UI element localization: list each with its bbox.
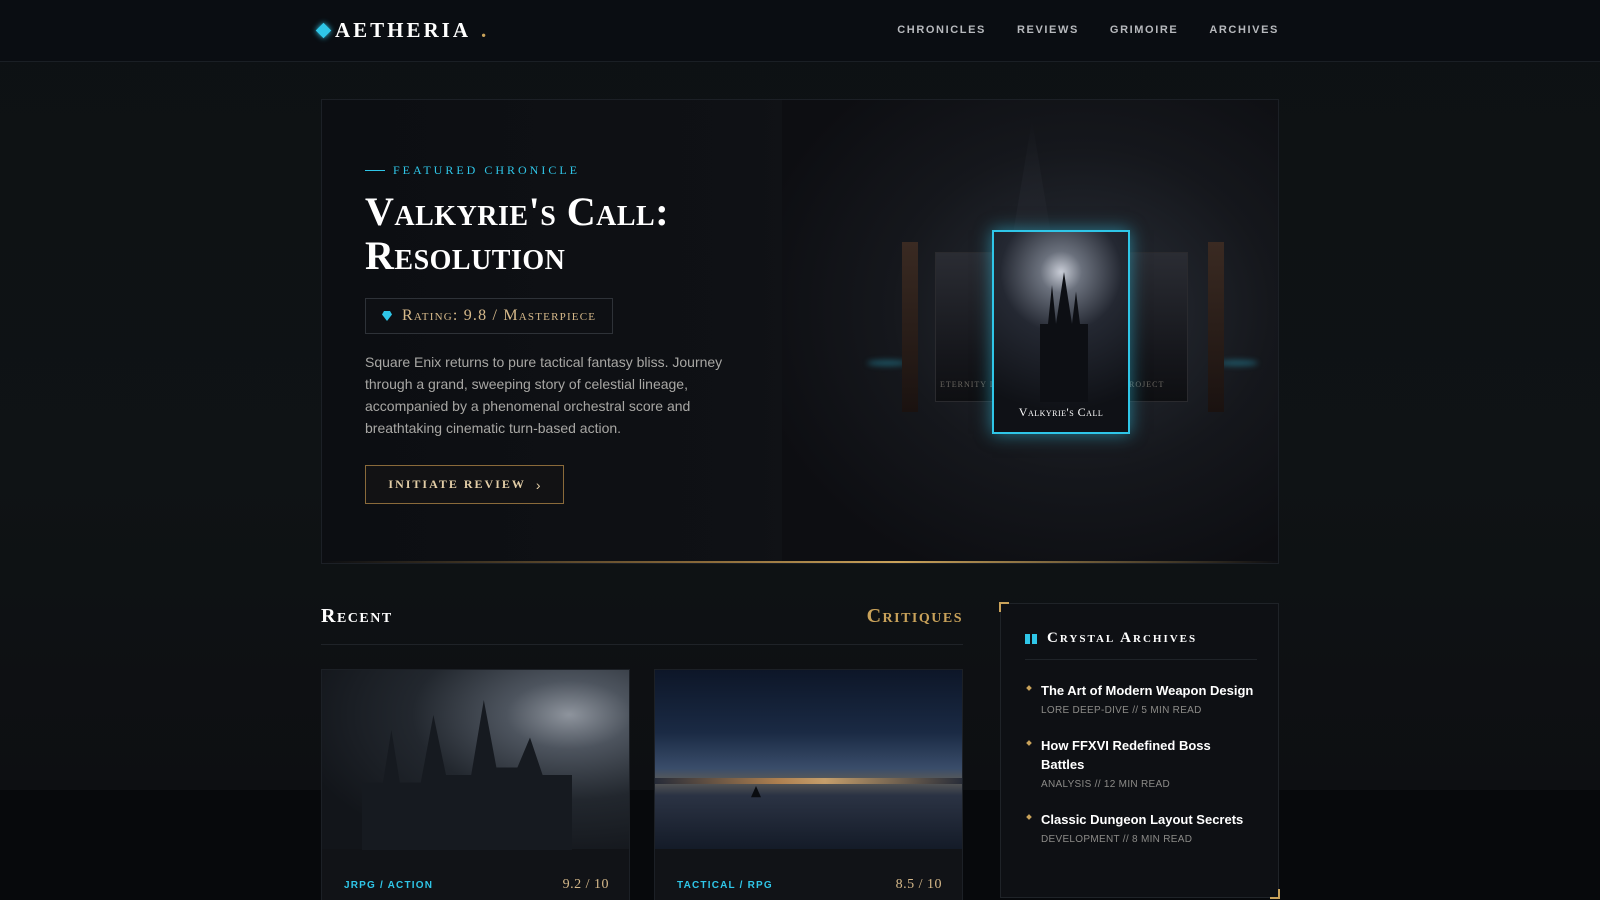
- review-score: 9.2 / 10: [562, 877, 609, 892]
- carousel-glow-left: [867, 360, 907, 366]
- diamond-gem-icon: [315, 22, 332, 39]
- eyebrow-dash: [365, 170, 385, 171]
- archive-item-meta: ANALYSIS // 12 MIN READ: [1041, 779, 1170, 790]
- brand-dot: .: [481, 18, 487, 42]
- list-item[interactable]: The Art of Modern Weapon Design LORE DEE…: [1025, 681, 1257, 716]
- carousel-card-main[interactable]: Valkyrie's Call: [992, 230, 1130, 434]
- brand-name: AETHERIA: [335, 18, 472, 42]
- corner-accent-top-left: [999, 602, 1009, 612]
- archive-item-meta: DEVELOPMENT // 8 MIN READ: [1041, 834, 1193, 845]
- diamond-bullet-icon: [1026, 685, 1032, 691]
- list-item[interactable]: Classic Dungeon Layout Secrets DEVELOPME…: [1025, 810, 1257, 845]
- featured-hero: ETERNITY DAWN PROJECT Valkyrie's Call FE…: [321, 99, 1279, 564]
- diamond-bullet-icon: [1026, 814, 1032, 820]
- archives-title: Crystal Archives: [1047, 630, 1198, 646]
- review-card-meta: JRPG / ACTION 9.2 / 10: [344, 877, 609, 893]
- castle-art: [1040, 272, 1088, 402]
- review-card[interactable]: JRPG / ACTION 9.2 / 10: [321, 669, 630, 900]
- archive-item-title[interactable]: The Art of Modern Weapon Design: [1041, 681, 1257, 700]
- hero-title-line1: Valkyrie's Call:: [365, 189, 670, 234]
- review-genre: JRPG / ACTION: [344, 879, 434, 891]
- section-title-recent: Recent: [321, 605, 393, 627]
- hero-title-line2: Resolution: [365, 233, 566, 278]
- corner-accent-bottom-right: [1270, 889, 1280, 899]
- review-card-image-sea: [655, 670, 962, 849]
- nav-links: CHRONICLES REVIEWS GRIMOIRE ARCHIVES: [897, 24, 1279, 36]
- section-title-critiques: Critiques: [866, 605, 963, 627]
- carousel-edge-card-left[interactable]: [902, 242, 918, 412]
- brand-logo[interactable]: AETHERIA .: [315, 18, 487, 43]
- archives-list: The Art of Modern Weapon Design LORE DEE…: [1025, 681, 1257, 865]
- hero-title: Valkyrie's Call: Resolution: [365, 190, 785, 278]
- initiate-review-button[interactable]: INITIATE REVIEW ›: [365, 465, 564, 504]
- review-card-meta: TACTICAL / RPG 8.5 / 10: [677, 877, 942, 893]
- hero-description: Square Enix returns to pure tactical fan…: [365, 354, 723, 436]
- archive-item-title[interactable]: Classic Dungeon Layout Secrets: [1041, 810, 1257, 829]
- review-genre: TACTICAL / RPG: [677, 879, 773, 891]
- crystal-archives-panel: Crystal Archives The Art of Modern Weapo…: [999, 602, 1280, 899]
- carousel-card-main-label: Valkyrie's Call: [1018, 405, 1104, 419]
- archive-item-title[interactable]: How FFXVI Redefined Boss Battles: [1041, 736, 1257, 774]
- nav-link-grimoire[interactable]: GRIMOIRE: [1110, 24, 1178, 36]
- list-item[interactable]: How FFXVI Redefined Boss Battles ANALYSI…: [1025, 736, 1257, 790]
- initiate-review-label: INITIATE REVIEW: [388, 477, 526, 491]
- review-score: 8.5 / 10: [895, 877, 942, 892]
- review-card-image-castle: [322, 670, 629, 850]
- castle-silhouette: [362, 700, 572, 850]
- recent-critiques-header: Recent Critiques: [321, 605, 963, 645]
- carousel-glow-right: [1218, 360, 1258, 366]
- carousel-edge-card-right[interactable]: [1208, 242, 1224, 412]
- nav-link-chronicles[interactable]: CHRONICLES: [897, 24, 986, 36]
- sunset-horizon: [655, 778, 962, 784]
- nav-link-reviews[interactable]: REVIEWS: [1017, 24, 1079, 36]
- gem-icon: [382, 311, 392, 321]
- rating-badge: Rating: 9.8 / Masterpiece: [365, 298, 614, 334]
- top-navigation: AETHERIA . CHRONICLES REVIEWS GRIMOIRE A…: [0, 0, 1600, 62]
- book-icon: [1025, 634, 1037, 644]
- rating-text: Rating: 9.8 / Masterpiece: [402, 307, 597, 324]
- hero-gold-underline: [322, 561, 1278, 563]
- archives-header: Crystal Archives: [1025, 630, 1257, 660]
- chevron-right-icon: ›: [535, 476, 541, 493]
- diamond-bullet-icon: [1026, 740, 1032, 746]
- nav-link-archives[interactable]: ARCHIVES: [1209, 24, 1279, 36]
- eyebrow-text: FEATURED CHRONICLE: [393, 163, 581, 177]
- boat-silhouette: [751, 786, 761, 798]
- archive-item-meta: LORE DEEP-DIVE // 5 MIN READ: [1041, 705, 1202, 716]
- hero-eyebrow: FEATURED CHRONICLE: [365, 163, 580, 178]
- review-card[interactable]: TACTICAL / RPG 8.5 / 10: [654, 669, 963, 900]
